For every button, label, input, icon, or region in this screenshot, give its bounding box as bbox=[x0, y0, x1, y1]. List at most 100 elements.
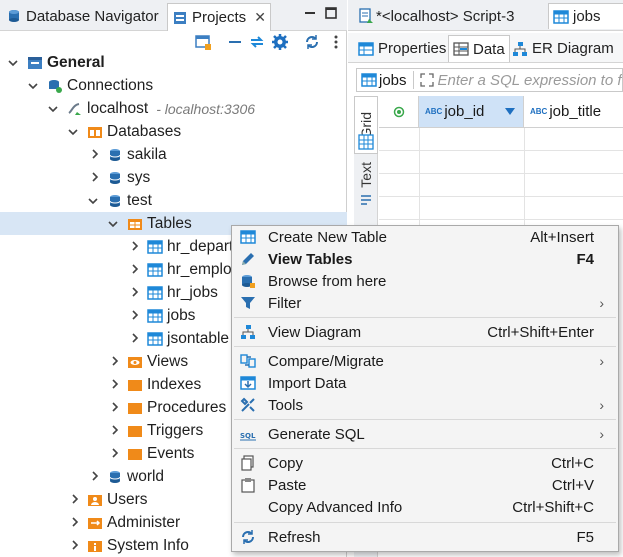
column-name: job_title bbox=[549, 103, 602, 120]
tab-text[interactable]: Text bbox=[354, 158, 378, 192]
tree-label: Procedures bbox=[147, 398, 227, 416]
minimize-icon[interactable] bbox=[304, 7, 316, 19]
tab-jobs[interactable]: jobs bbox=[548, 3, 623, 29]
chevron-right-icon[interactable] bbox=[110, 379, 120, 389]
navigator-tab-bar: Database Navigator Projects ✕ bbox=[0, 0, 347, 31]
tab-label: Properties bbox=[378, 40, 447, 57]
tree-label: Events bbox=[147, 444, 195, 462]
grid-corner bbox=[379, 96, 419, 128]
chevron-right-icon[interactable] bbox=[110, 356, 120, 366]
menu-item-browse-from-here[interactable]: Browse from here bbox=[232, 270, 618, 292]
tree-node-sakila[interactable]: sakila bbox=[0, 143, 347, 166]
tab-data[interactable]: Data bbox=[448, 35, 510, 62]
folder-icon bbox=[128, 402, 142, 414]
tree-label: Administer bbox=[107, 513, 181, 531]
table-add-icon bbox=[240, 230, 256, 244]
link-editor-icon[interactable] bbox=[248, 33, 266, 51]
menu-separator bbox=[234, 419, 616, 420]
tab-projects[interactable]: Projects ✕ bbox=[167, 3, 271, 31]
column-header-job-id[interactable]: ABC job_id bbox=[419, 96, 524, 128]
tab-label: *<localhost> Script-3 bbox=[376, 7, 515, 25]
tree-node-test[interactable]: test bbox=[0, 189, 347, 212]
menu-separator bbox=[234, 346, 616, 347]
menu-separator bbox=[234, 448, 616, 449]
chevron-right-icon[interactable] bbox=[130, 333, 140, 343]
tree-node-databases[interactable]: Databases bbox=[0, 120, 347, 143]
chevron-right-icon[interactable] bbox=[130, 264, 140, 274]
tab-label: jobs bbox=[573, 8, 601, 25]
maximize-icon[interactable] bbox=[325, 7, 337, 19]
chevron-down-icon[interactable] bbox=[108, 219, 118, 229]
chevron-down-icon[interactable] bbox=[88, 196, 98, 206]
chevron-right-icon[interactable] bbox=[70, 494, 80, 504]
chevron-right-icon[interactable] bbox=[70, 517, 80, 527]
tree-node-connections[interactable]: Connections bbox=[0, 74, 347, 97]
tree-label: Tables bbox=[147, 214, 192, 232]
chevron-right-icon[interactable] bbox=[90, 471, 100, 481]
menu-label: Browse from here bbox=[268, 272, 387, 290]
tab-er-diagram[interactable]: ER Diagram bbox=[508, 35, 618, 62]
menu-item-filter[interactable]: Filter › bbox=[232, 292, 618, 314]
chevron-right-icon[interactable] bbox=[130, 287, 140, 297]
chevron-down-icon[interactable] bbox=[48, 104, 58, 114]
chevron-right-icon[interactable] bbox=[90, 149, 100, 159]
menu-item-view-diagram[interactable]: View Diagram Ctrl+Shift+Enter bbox=[232, 321, 618, 343]
data-grid-icon bbox=[453, 42, 469, 56]
menu-item-refresh[interactable]: Refresh F5 bbox=[232, 526, 618, 548]
grid-column-line bbox=[524, 128, 525, 228]
menu-item-compare-migrate[interactable]: Compare/Migrate › bbox=[232, 350, 618, 372]
menu-item-copy[interactable]: Copy Ctrl+C bbox=[232, 452, 618, 474]
tools-icon bbox=[240, 397, 255, 412]
chevron-right-icon[interactable] bbox=[130, 310, 140, 320]
menu-item-generate-sql[interactable]: SQL Generate SQL › bbox=[232, 423, 618, 445]
column-header-job-title[interactable]: ABC job_title bbox=[524, 96, 623, 128]
table-icon bbox=[147, 308, 163, 323]
chevron-right-icon[interactable] bbox=[110, 402, 120, 412]
chevron-down-icon[interactable] bbox=[68, 127, 78, 137]
type-badge: ABC bbox=[530, 107, 548, 116]
menu-label: Copy Advanced Info bbox=[268, 498, 403, 516]
menu-item-copy-advanced-info[interactable]: Copy Advanced Info Ctrl+Shift+C bbox=[232, 496, 618, 518]
tree-label: hr_jobs bbox=[167, 283, 218, 301]
filter-input[interactable]: Enter a SQL expression to f bbox=[438, 72, 622, 89]
chevron-right-icon[interactable] bbox=[110, 448, 120, 458]
tab-database-navigator[interactable]: Database Navigator bbox=[6, 3, 159, 29]
chevron-down-icon[interactable] bbox=[28, 81, 38, 91]
chevron-down-icon[interactable] bbox=[8, 58, 18, 68]
database-icon bbox=[109, 470, 121, 483]
menu-label: Paste bbox=[268, 476, 307, 494]
menu-item-paste[interactable]: Paste Ctrl+V bbox=[232, 474, 618, 496]
er-diagram-icon bbox=[513, 41, 527, 56]
new-connection-icon[interactable] bbox=[194, 33, 212, 51]
sql-filter-bar[interactable]: jobs Enter a SQL expression to f bbox=[356, 68, 623, 92]
table-icon bbox=[147, 262, 163, 277]
mysql-connection-icon bbox=[68, 102, 81, 115]
collapse-all-icon[interactable] bbox=[226, 33, 244, 51]
table-icon bbox=[147, 285, 163, 300]
tab-script[interactable]: *<localhost> Script-3 bbox=[358, 3, 514, 29]
menu-item-view-tables[interactable]: View Tables F4 bbox=[232, 248, 618, 270]
chevron-right-icon[interactable] bbox=[90, 172, 100, 182]
tab-properties[interactable]: Properties bbox=[354, 35, 450, 62]
table-icon bbox=[147, 239, 163, 254]
chevron-right-icon[interactable] bbox=[130, 241, 140, 251]
tree-node-localhost[interactable]: localhost - localhost:3306 bbox=[0, 97, 347, 120]
expand-icon[interactable] bbox=[419, 73, 434, 87]
chevron-right-icon[interactable] bbox=[110, 425, 120, 435]
menu-item-create-new-table[interactable]: Create New Table Alt+Insert bbox=[232, 226, 618, 248]
object-sub-tabs: Properties Data ER Diagram bbox=[348, 33, 623, 63]
grid-column-line bbox=[419, 128, 420, 228]
menu-shortcut: Ctrl+V bbox=[551, 476, 594, 494]
sort-dropdown-icon[interactable] bbox=[505, 108, 515, 116]
menu-label: View Diagram bbox=[268, 323, 362, 341]
more-options-icon[interactable] bbox=[327, 33, 345, 51]
menu-item-import-data[interactable]: Import Data bbox=[232, 372, 618, 394]
gear-icon[interactable] bbox=[271, 33, 289, 51]
sync-icon[interactable] bbox=[303, 33, 321, 51]
close-icon[interactable]: ✕ bbox=[254, 9, 266, 26]
tree-node-sys[interactable]: sys bbox=[0, 166, 347, 189]
grid-row bbox=[379, 197, 623, 220]
menu-item-tools[interactable]: Tools › bbox=[232, 394, 618, 416]
chevron-right-icon[interactable] bbox=[70, 540, 80, 550]
tree-node-general[interactable]: General bbox=[0, 51, 347, 74]
